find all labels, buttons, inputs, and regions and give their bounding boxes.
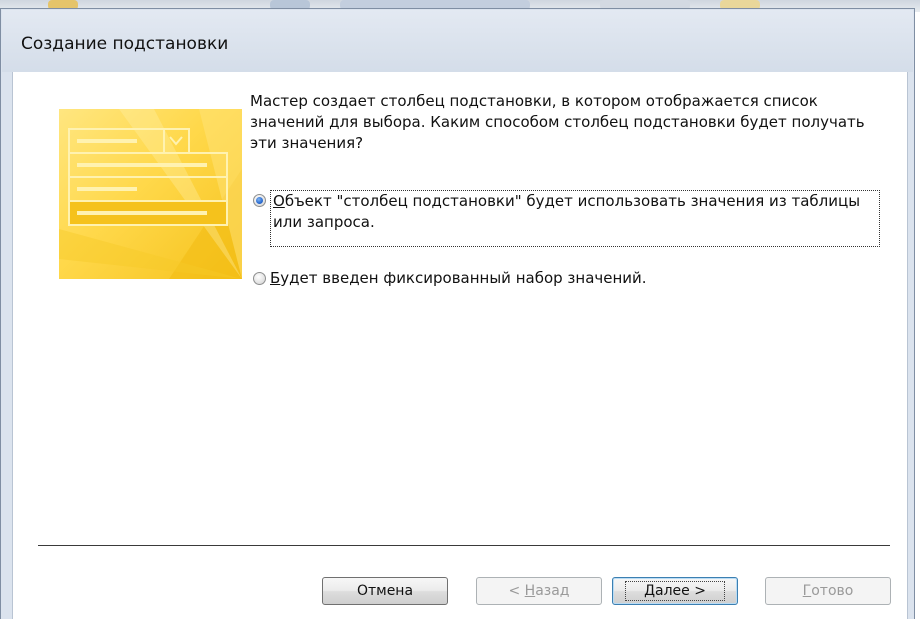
wizard-content: Мастер создает столбец подстановки, в ко…	[12, 72, 908, 619]
option-text: удет введен фиксированный набор значений…	[280, 269, 647, 287]
button-area-divider	[38, 545, 890, 546]
accesskey-letter: Н	[524, 583, 536, 599]
screen: Создание подстановки Мастер создает стол…	[0, 0, 920, 619]
wizard-description: Мастер создает столбец подстановки, в ко…	[250, 92, 865, 152]
wizard-illustration-icon	[59, 109, 242, 279]
option-fixed-values-label: Будет введен фиксированный набор значени…	[270, 268, 647, 289]
radio-unselected-icon[interactable]	[253, 272, 266, 285]
finish-button[interactable]: Готово	[765, 577, 891, 605]
option-table-or-query[interactable]: Объект "столбец подстановки" будет испол…	[253, 190, 880, 247]
accesskey-letter: Д	[644, 583, 655, 599]
back-text: азад	[535, 583, 570, 599]
next-text: алее >	[655, 583, 706, 599]
radio-selected-icon[interactable]	[253, 194, 266, 207]
title-bar[interactable]: Создание подстановки	[2, 10, 913, 72]
finish-button-label: Готово	[801, 582, 856, 600]
option-fixed-values[interactable]: Будет введен фиксированный набор значени…	[253, 268, 647, 289]
finish-text: отово	[811, 583, 854, 599]
illustration-graphic	[59, 109, 242, 279]
option-text: бъект "столбец подстановки" будет исполь…	[273, 192, 861, 231]
back-button-label: < Назад	[506, 582, 571, 600]
accesskey-letter: Б	[270, 269, 281, 287]
back-prefix: <	[508, 583, 525, 599]
lookup-wizard-dialog: Создание подстановки Мастер создает стол…	[0, 8, 915, 619]
next-button-label: Далее >	[625, 581, 725, 601]
back-button[interactable]: < Назад	[476, 577, 602, 605]
next-button[interactable]: Далее >	[612, 577, 738, 605]
accesskey-letter: Г	[802, 583, 812, 599]
dialog-title: Создание подстановки	[21, 34, 229, 54]
cancel-button-label: Отмена	[356, 583, 414, 599]
option-table-or-query-label: Объект "столбец подстановки" будет испол…	[270, 190, 880, 247]
cancel-button[interactable]: Отмена	[322, 577, 448, 605]
accesskey-letter: О	[273, 192, 285, 210]
